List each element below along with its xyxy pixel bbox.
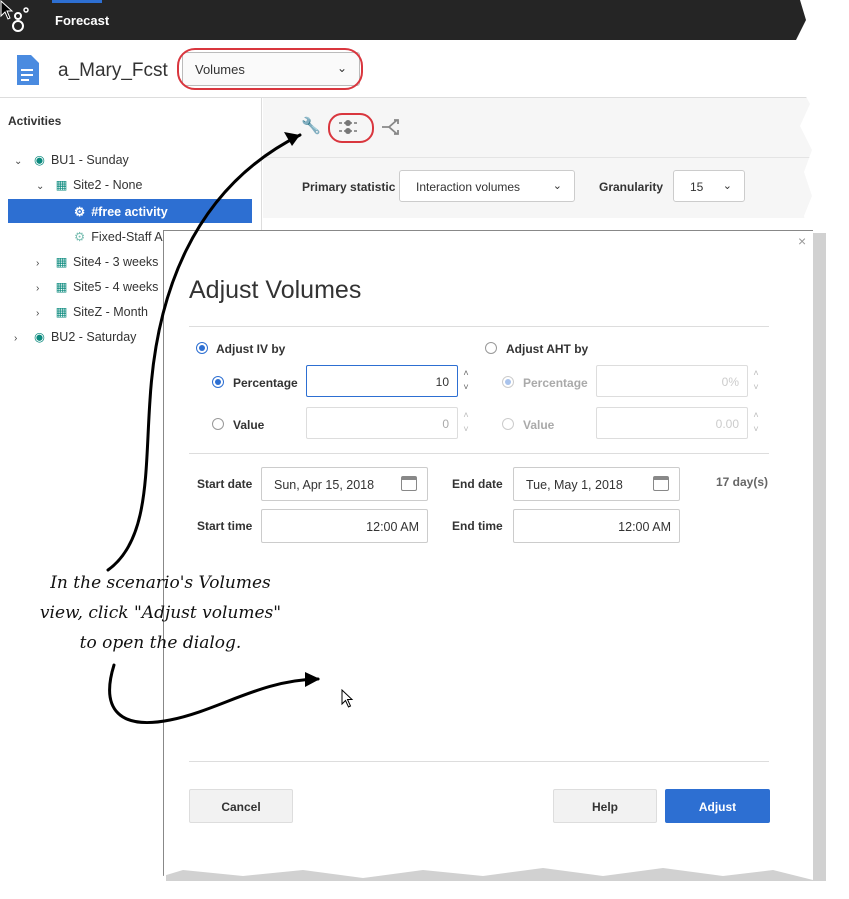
tree-item-fixed-staff[interactable]: ⚙ Fixed-Staff A xyxy=(74,229,163,251)
gear-icon: ⚙ xyxy=(74,205,86,219)
end-date-label: End date xyxy=(452,477,503,491)
granularity-label: Granularity xyxy=(599,180,664,194)
adjust-button[interactable]: Adjust xyxy=(665,789,770,823)
adjust-aht-label: Adjust AHT by xyxy=(506,342,589,356)
end-time-label: End time xyxy=(452,519,503,533)
view-select-highlight xyxy=(177,48,363,90)
primary-statistic-label: Primary statistic xyxy=(302,180,396,194)
split-icon[interactable] xyxy=(381,118,401,136)
gear-icon: ⚙ xyxy=(74,230,86,244)
start-time-input[interactable]: 12:00 AM xyxy=(261,509,428,543)
aht-value-stepper[interactable]: ˄ ˅ xyxy=(750,408,762,436)
annotation-line: to open the dialog. xyxy=(79,633,242,653)
iv-percentage-input[interactable]: 10 xyxy=(306,365,458,397)
cancel-button[interactable]: Cancel xyxy=(189,789,293,823)
aht-percentage-radio[interactable] xyxy=(502,376,514,388)
end-date-value: Tue, May 1, 2018 xyxy=(526,478,623,492)
document-icon xyxy=(17,55,39,85)
iv-value-input[interactable]: 0 xyxy=(306,407,458,439)
mouse-cursor-icon xyxy=(341,689,354,708)
start-time-label: Start time xyxy=(197,519,253,533)
aht-percentage-input[interactable]: 0% xyxy=(596,365,748,397)
activities-heading: Activities xyxy=(8,114,62,128)
building-icon: ▦ xyxy=(55,280,68,294)
divider xyxy=(189,326,769,327)
iv-value-label: Value xyxy=(233,418,265,432)
wrench-icon[interactable]: 🔧 xyxy=(301,116,321,136)
iv-value-radio[interactable] xyxy=(212,418,224,430)
active-app-indicator xyxy=(52,0,102,3)
tree-item-label: Site4 - 3 weeks xyxy=(72,255,159,269)
calendar-icon[interactable] xyxy=(401,476,417,491)
iv-value-stepper[interactable]: ˄ ˅ xyxy=(460,408,472,436)
divider xyxy=(189,453,769,454)
aht-percentage-stepper[interactable]: ˄ ˅ xyxy=(750,366,762,394)
tree-item-label: BU2 - Saturday xyxy=(50,330,137,344)
building-icon: ▦ xyxy=(55,255,68,269)
adjust-aht-radio[interactable] xyxy=(485,342,497,354)
tree-item-site5[interactable]: › ▦ Site5 - 4 weeks xyxy=(36,279,158,301)
divider xyxy=(189,761,769,762)
help-button[interactable]: Help xyxy=(553,789,657,823)
end-date-picker[interactable]: Tue, May 1, 2018 xyxy=(513,467,680,501)
chevron-down-icon: ⌄ xyxy=(552,180,562,192)
tree-item-label: BU1 - Sunday xyxy=(50,153,129,167)
tree-item-label: #free activity xyxy=(91,205,168,219)
adjust-volumes-highlight xyxy=(328,113,374,143)
annotation-line: In the scenario's Volumes xyxy=(50,573,271,593)
dialog-title: Adjust Volumes xyxy=(189,276,362,304)
tree-item-label: Site2 - None xyxy=(72,178,143,192)
end-time-input[interactable]: 12:00 AM xyxy=(513,509,680,543)
tree-item-label: Site5 - 4 weeks xyxy=(72,280,159,294)
chevron-right-icon[interactable]: › xyxy=(14,333,28,344)
aht-value-radio[interactable] xyxy=(502,418,514,430)
tree-item-site4[interactable]: › ▦ Site4 - 3 weeks xyxy=(36,254,158,276)
chevron-down-icon: ⌄ xyxy=(722,180,732,192)
statistics-bar: Primary statistic Interaction volumes ⌄ … xyxy=(263,158,812,218)
building-icon: ▦ xyxy=(55,305,68,319)
tree-item-sitez[interactable]: › ▦ SiteZ - Month xyxy=(36,304,148,326)
top-bar: Forecast xyxy=(0,0,812,40)
calendar-icon[interactable] xyxy=(653,476,669,491)
adjust-iv-label: Adjust IV by xyxy=(216,342,286,356)
app-title[interactable]: Forecast xyxy=(55,13,109,28)
close-icon[interactable]: × xyxy=(798,233,806,249)
tree-item-label: Fixed-Staff A xyxy=(91,230,163,244)
chevron-down-icon[interactable]: ⌄ xyxy=(14,156,28,167)
day-count: 17 day(s) xyxy=(716,475,769,489)
tree-item-site2[interactable]: ⌄ ▦ Site2 - None xyxy=(36,177,142,199)
tree-item-bu1[interactable]: ⌄ ◉ BU1 - Sunday xyxy=(14,152,129,174)
chevron-down-icon[interactable]: ⌄ xyxy=(36,181,50,192)
primary-statistic-select[interactable]: Interaction volumes ⌄ xyxy=(399,170,575,202)
primary-statistic-value: Interaction volumes xyxy=(416,180,521,194)
start-date-label: Start date xyxy=(197,477,253,491)
start-date-value: Sun, Apr 15, 2018 xyxy=(274,478,375,492)
granularity-select[interactable]: 15 ⌄ xyxy=(673,170,745,202)
scenario-name: a_Mary_Fcst xyxy=(58,60,168,81)
aht-value-label: Value xyxy=(523,418,555,432)
chevron-right-icon[interactable]: › xyxy=(36,258,50,269)
location-pin-icon: ◉ xyxy=(34,153,45,167)
tree-item-free-activity[interactable]: ⚙ #free activity xyxy=(8,199,252,223)
chevron-right-icon[interactable]: › xyxy=(36,283,50,294)
document-bar: a_Mary_Fcst xyxy=(0,40,812,98)
tree-item-bu2[interactable]: › ◉ BU2 - Saturday xyxy=(14,329,136,351)
aht-value-input[interactable]: 0.00 xyxy=(596,407,748,439)
iv-percentage-label: Percentage xyxy=(233,376,298,390)
pointer-cursor-icon xyxy=(0,0,14,20)
adjust-iv-radio[interactable] xyxy=(196,342,208,354)
start-date-picker[interactable]: Sun, Apr 15, 2018 xyxy=(261,467,428,501)
chevron-right-icon[interactable]: › xyxy=(36,308,50,319)
annotation-text: In the scenario's Volumes view, click "A… xyxy=(18,568,303,658)
granularity-value: 15 xyxy=(690,180,704,194)
iv-percentage-radio[interactable] xyxy=(212,376,224,388)
adjust-volumes-dialog: × Adjust Volumes Adjust IV by Percentage… xyxy=(163,230,813,880)
building-icon: ▦ xyxy=(55,178,68,192)
tree-item-label: SiteZ - Month xyxy=(72,305,148,319)
aht-percentage-label: Percentage xyxy=(523,376,588,390)
iv-percentage-stepper[interactable]: ˄ ˅ xyxy=(460,366,472,394)
annotation-line: view, click "Adjust volumes" xyxy=(39,603,282,623)
location-pin-icon: ◉ xyxy=(34,330,45,344)
